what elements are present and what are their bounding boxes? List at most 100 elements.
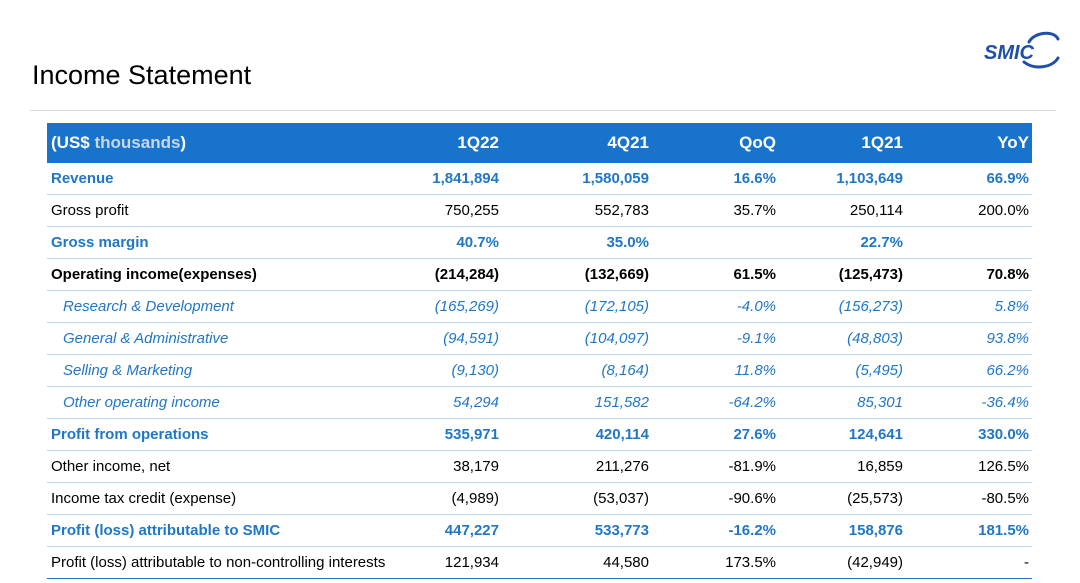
table-row: Research & Development (165,269) (172,105)… [47, 290, 1032, 323]
table-row: Operating income(expenses) (214,284) (132,… [47, 258, 1032, 291]
row-value: 330.0% [906, 418, 1032, 451]
row-value: (156,273) [779, 290, 906, 323]
row-label: Income tax credit (expense) [47, 482, 402, 515]
row-label: Gross profit [47, 194, 402, 227]
row-value: 35.0% [502, 226, 652, 259]
table-row: Income tax credit (expense) (4,989) (53,03… [47, 482, 1032, 515]
income-statement-table: (US$ thousands) 1Q22 4Q21 QoQ 1Q21 YoY R… [47, 123, 1032, 579]
row-value [652, 226, 779, 259]
row-value: -16.2% [652, 514, 779, 547]
row-value: 66.2% [906, 354, 1032, 387]
row-value: 211,276 [502, 450, 652, 483]
table-row: Profit (loss) attributable to non-contro… [47, 546, 1032, 579]
row-value: 40.7% [402, 226, 502, 259]
row-value: (132,669) [502, 258, 652, 291]
row-value: 1,841,894 [402, 163, 502, 195]
logo-text: SMIC [984, 42, 1035, 64]
row-label: Other operating income [47, 386, 402, 419]
row-value: 1,103,649 [779, 163, 906, 195]
row-value: 552,783 [502, 194, 652, 227]
row-value: 70.8% [906, 258, 1032, 291]
row-value: -36.4% [906, 386, 1032, 419]
row-value: 22.7% [779, 226, 906, 259]
row-value: 535,971 [402, 418, 502, 451]
row-value: 173.5% [652, 546, 779, 579]
row-value: (9,130) [402, 354, 502, 387]
row-value: -4.0% [652, 290, 779, 323]
row-value: 11.8% [652, 354, 779, 387]
row-value: 27.6% [652, 418, 779, 451]
row-value: (94,591) [402, 322, 502, 355]
row-value [906, 226, 1032, 259]
row-value: 181.5% [906, 514, 1032, 547]
row-value: (165,269) [402, 290, 502, 323]
row-value: 420,114 [502, 418, 652, 451]
column-header-yoy: YoY [906, 123, 1032, 163]
row-value: 38,179 [402, 450, 502, 483]
row-value: (5,495) [779, 354, 906, 387]
row-value: (172,105) [502, 290, 652, 323]
row-value: (104,097) [502, 322, 652, 355]
row-value: (25,573) [779, 482, 906, 515]
table-row: Selling & Marketing (9,130) (8,164) 11.8% (5… [47, 354, 1032, 387]
row-value: 250,114 [779, 194, 906, 227]
row-value: 35.7% [652, 194, 779, 227]
table-row: Profit (loss) attributable to SMIC 447,22… [47, 514, 1032, 547]
row-value: -90.6% [652, 482, 779, 515]
row-label: Research & Development [47, 290, 402, 323]
row-value: (48,803) [779, 322, 906, 355]
row-value: 158,876 [779, 514, 906, 547]
row-value: (214,284) [402, 258, 502, 291]
row-value: (125,473) [779, 258, 906, 291]
row-value: -9.1% [652, 322, 779, 355]
row-label: Operating income(expenses) [47, 258, 402, 291]
row-label: Gross margin [47, 226, 402, 259]
row-value: (8,164) [502, 354, 652, 387]
row-label: Other income, net [47, 450, 402, 483]
table-row: Profit from operations 535,971 420,114 27.6… [47, 418, 1032, 451]
row-value: (4,989) [402, 482, 502, 515]
row-value: 5.8% [906, 290, 1032, 323]
table-header-row: (US$ thousands) 1Q22 4Q21 QoQ 1Q21 YoY [47, 123, 1032, 163]
table-row: General & Administrative (94,591) (104,097… [47, 322, 1032, 355]
column-header-unit: (US$ thousands) [47, 123, 402, 163]
row-label: Profit (loss) attributable to SMIC [47, 514, 402, 547]
row-value: 121,934 [402, 546, 502, 579]
row-label: Revenue [47, 163, 402, 195]
row-value: 54,294 [402, 386, 502, 419]
table-row: Other income, net 38,179 211,276 -81.9% 16,8… [47, 450, 1032, 483]
row-value: 61.5% [652, 258, 779, 291]
row-value: 85,301 [779, 386, 906, 419]
column-header-1q22: 1Q22 [402, 123, 502, 163]
row-value: 124,641 [779, 418, 906, 451]
row-value: 44,580 [502, 546, 652, 579]
row-label: Profit (loss) attributable to non-contro… [47, 546, 402, 579]
row-value: 750,255 [402, 194, 502, 227]
table-row: Gross profit 750,255 552,783 35.7% 250,114 20… [47, 194, 1032, 227]
row-label: Profit from operations [47, 418, 402, 451]
row-value: 200.0% [906, 194, 1032, 227]
row-value: 16.6% [652, 163, 779, 195]
row-value: 66.9% [906, 163, 1032, 195]
table-row: Other operating income 54,294 151,582 -64.2… [47, 386, 1032, 419]
row-value: 447,227 [402, 514, 502, 547]
row-value: 533,773 [502, 514, 652, 547]
row-label: General & Administrative [47, 322, 402, 355]
table-row: Gross margin 40.7% 35.0% 22.7% [47, 226, 1032, 259]
row-value: -80.5% [906, 482, 1032, 515]
column-header-4q21: 4Q21 [502, 123, 652, 163]
column-header-qoq: QoQ [652, 123, 779, 163]
row-value: - [906, 546, 1032, 579]
row-value: (53,037) [502, 482, 652, 515]
row-label: Selling & Marketing [47, 354, 402, 387]
row-value: -81.9% [652, 450, 779, 483]
row-value: (42,949) [779, 546, 906, 579]
table-row: Revenue 1,841,894 1,580,059 16.6% 1,103,649 6… [47, 163, 1032, 195]
row-value: 16,859 [779, 450, 906, 483]
column-header-1q21: 1Q21 [779, 123, 906, 163]
row-value: 93.8% [906, 322, 1032, 355]
page-title: Income Statement [32, 60, 252, 90]
row-value: 151,582 [502, 386, 652, 419]
row-value: 126.5% [906, 450, 1032, 483]
row-value: 1,580,059 [502, 163, 652, 195]
